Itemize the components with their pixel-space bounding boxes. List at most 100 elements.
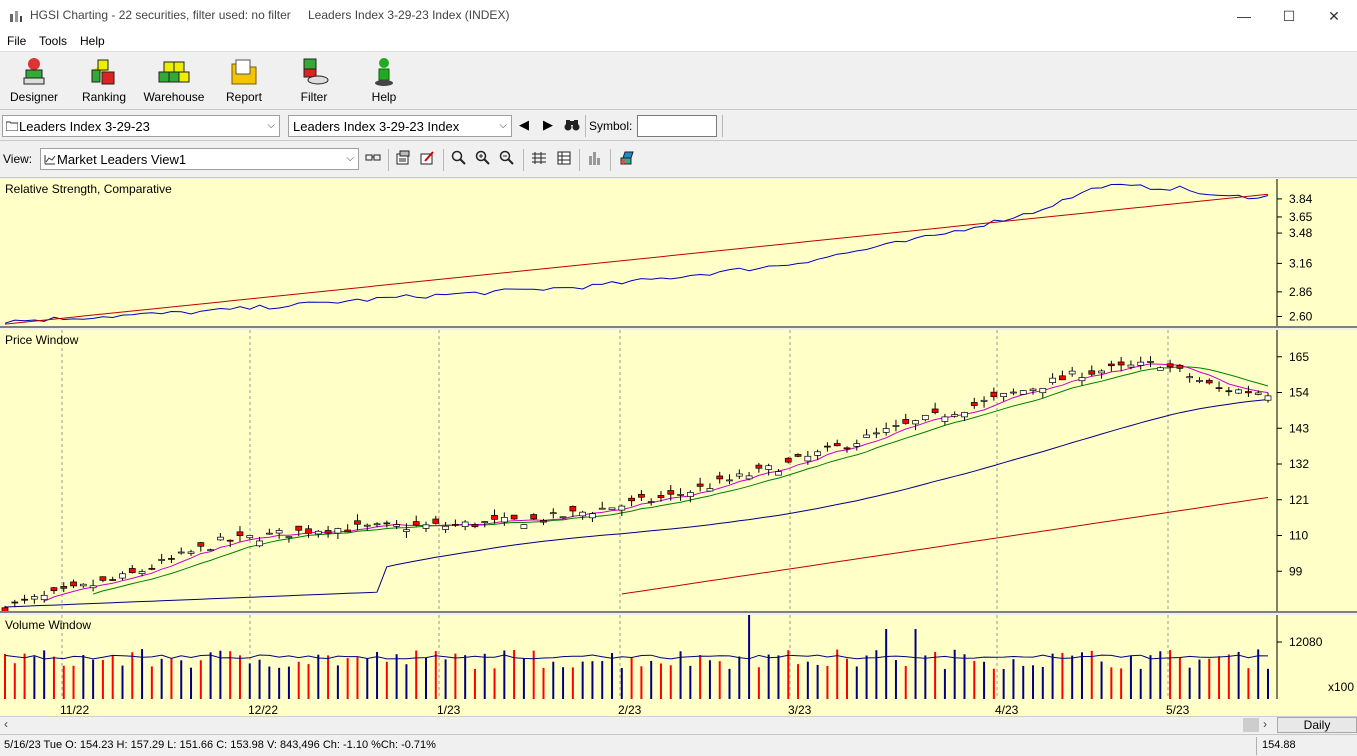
find-button[interactable]: [562, 115, 582, 135]
candle-body: [1068, 370, 1076, 375]
zoom-button[interactable]: [449, 148, 469, 168]
menu-tools[interactable]: Tools: [39, 34, 67, 48]
data-table-button[interactable]: [554, 148, 574, 168]
rs-tick-label: 2.86: [1289, 285, 1313, 299]
candle-body: [931, 408, 939, 413]
price-pane[interactable]: Price Window 165 154 143 132 121 110 99: [0, 330, 1357, 613]
candle-body: [1000, 393, 1008, 398]
candle-body: [138, 571, 146, 574]
chevron-down-icon: ⌵: [267, 120, 275, 131]
candle-body: [1176, 364, 1184, 369]
separator: [722, 115, 723, 137]
designer-label: Designer: [9, 90, 59, 104]
previous-security-button[interactable]: ◀: [514, 115, 534, 135]
filter-button[interactable]: Filter: [281, 54, 347, 108]
candle-body: [452, 524, 459, 526]
security-combo[interactable]: Leaders Index 3-29-23 Index ⌵: [288, 115, 512, 137]
volume-chart: 12080 x100 11/22 12/22 1/23 2/23 3/23 4/23 5/23: [4, 615, 1354, 716]
symbol-input[interactable]: [637, 115, 717, 137]
warehouse-button[interactable]: Warehouse: [141, 54, 207, 108]
list-combo[interactable]: Leaders Index 3-29-23 ⌵: [2, 115, 280, 137]
candle-body: [1225, 390, 1233, 393]
menu-file[interactable]: File: [7, 34, 26, 48]
candle-body: [148, 567, 156, 570]
horizontal-scrollbar[interactable]: ‹ › Daily: [0, 716, 1357, 733]
periodicity-button[interactable]: Daily: [1277, 717, 1357, 733]
menu-bar: File Tools Help: [0, 32, 1357, 52]
bar-chart-icon: [589, 152, 600, 165]
main-toolbar: Designer Ranking Warehouse Report Filter: [0, 52, 1357, 110]
candle-body: [99, 576, 107, 581]
x-axis-label: 4/23: [995, 703, 1019, 716]
rs-tick-label: 3.84: [1289, 192, 1313, 206]
price-tick-label: 99: [1289, 564, 1303, 578]
separator: [610, 149, 611, 171]
minimize-button[interactable]: —: [1221, 0, 1267, 32]
app-window: HGSI Charting - 22 securities, filter us…: [0, 0, 1357, 756]
candle-body: [491, 514, 498, 520]
candle-body: [1019, 390, 1027, 395]
candle-body: [1059, 375, 1066, 381]
bar-style-button[interactable]: [529, 148, 549, 168]
menu-help[interactable]: Help: [80, 34, 105, 48]
rs-pane-title: Relative Strength, Comparative: [5, 182, 172, 196]
relative-strength-pane[interactable]: Relative Strength, Comparative 3.84 3.65 3…: [0, 179, 1357, 328]
candle-body: [1215, 387, 1223, 389]
chart-type-button[interactable]: [585, 148, 605, 168]
volume-pane[interactable]: Volume Window 12080 x100 11/22 12/22 1/23 2/2…: [0, 615, 1357, 716]
ranking-icon: [91, 59, 115, 85]
candle-body: [442, 525, 449, 530]
candle-body: [383, 522, 391, 525]
selector-row: Leaders Index 3-29-23 ⌵ Leaders Index 3-…: [0, 111, 1357, 141]
ranking-button[interactable]: Ranking: [71, 54, 137, 108]
volume-pane-title: Volume Window: [5, 618, 92, 632]
view-row: View: Market Leaders View1 ⌵: [0, 142, 1357, 178]
scroll-thumb[interactable]: [1243, 718, 1259, 732]
chart-view-icon: [44, 155, 56, 165]
candle-body: [1098, 370, 1105, 374]
scroll-right-icon[interactable]: ›: [1263, 717, 1267, 731]
edit-icon: [420, 151, 434, 165]
edit-chart-button[interactable]: [417, 148, 437, 168]
candle-body: [951, 414, 959, 417]
ma-10-line: [43, 363, 1269, 602]
candle-body: [745, 475, 753, 480]
candle-body: [373, 523, 381, 526]
candle-body: [60, 586, 68, 589]
print-button[interactable]: [617, 148, 637, 168]
report-button[interactable]: Report: [211, 54, 277, 108]
candle-body: [1117, 361, 1125, 366]
scroll-left-icon[interactable]: ‹: [4, 717, 8, 731]
price-tick-label: 132: [1289, 457, 1309, 471]
candle-body: [510, 514, 518, 520]
price-pane-title: Price Window: [5, 333, 79, 347]
ma-21-line: [92, 366, 1269, 595]
candle-body: [246, 535, 254, 539]
help-button[interactable]: Help: [351, 54, 417, 108]
ma-50-line: [4, 399, 1269, 608]
candle-body: [295, 525, 303, 531]
zoom-in-icon: [475, 150, 490, 165]
zoom-out-button[interactable]: [497, 148, 517, 168]
candle-body: [31, 596, 38, 600]
warehouse-icon: [158, 61, 190, 83]
maximize-button[interactable]: ☐: [1266, 0, 1312, 32]
view-combo[interactable]: Market Leaders View1 ⌵: [40, 148, 359, 170]
close-button[interactable]: ✕: [1311, 0, 1357, 32]
view-manage-button[interactable]: [363, 148, 383, 168]
zoom-in-button[interactable]: [473, 148, 493, 168]
candle-body: [1147, 361, 1154, 363]
glasses-icon: [365, 154, 381, 161]
x-axis-label: 12/22: [248, 703, 278, 716]
candle-body: [686, 492, 694, 497]
candle-body: [197, 542, 205, 547]
magnifier-icon: [451, 150, 466, 165]
candle-body: [500, 517, 508, 523]
next-security-button[interactable]: ▶: [538, 115, 558, 135]
symbol-label: Symbol:: [589, 119, 633, 133]
candle-body: [1049, 377, 1056, 383]
candle-body: [11, 601, 19, 604]
designer-button[interactable]: Designer: [1, 54, 67, 108]
chart-properties-button[interactable]: [393, 148, 413, 168]
candle-body: [422, 524, 430, 529]
